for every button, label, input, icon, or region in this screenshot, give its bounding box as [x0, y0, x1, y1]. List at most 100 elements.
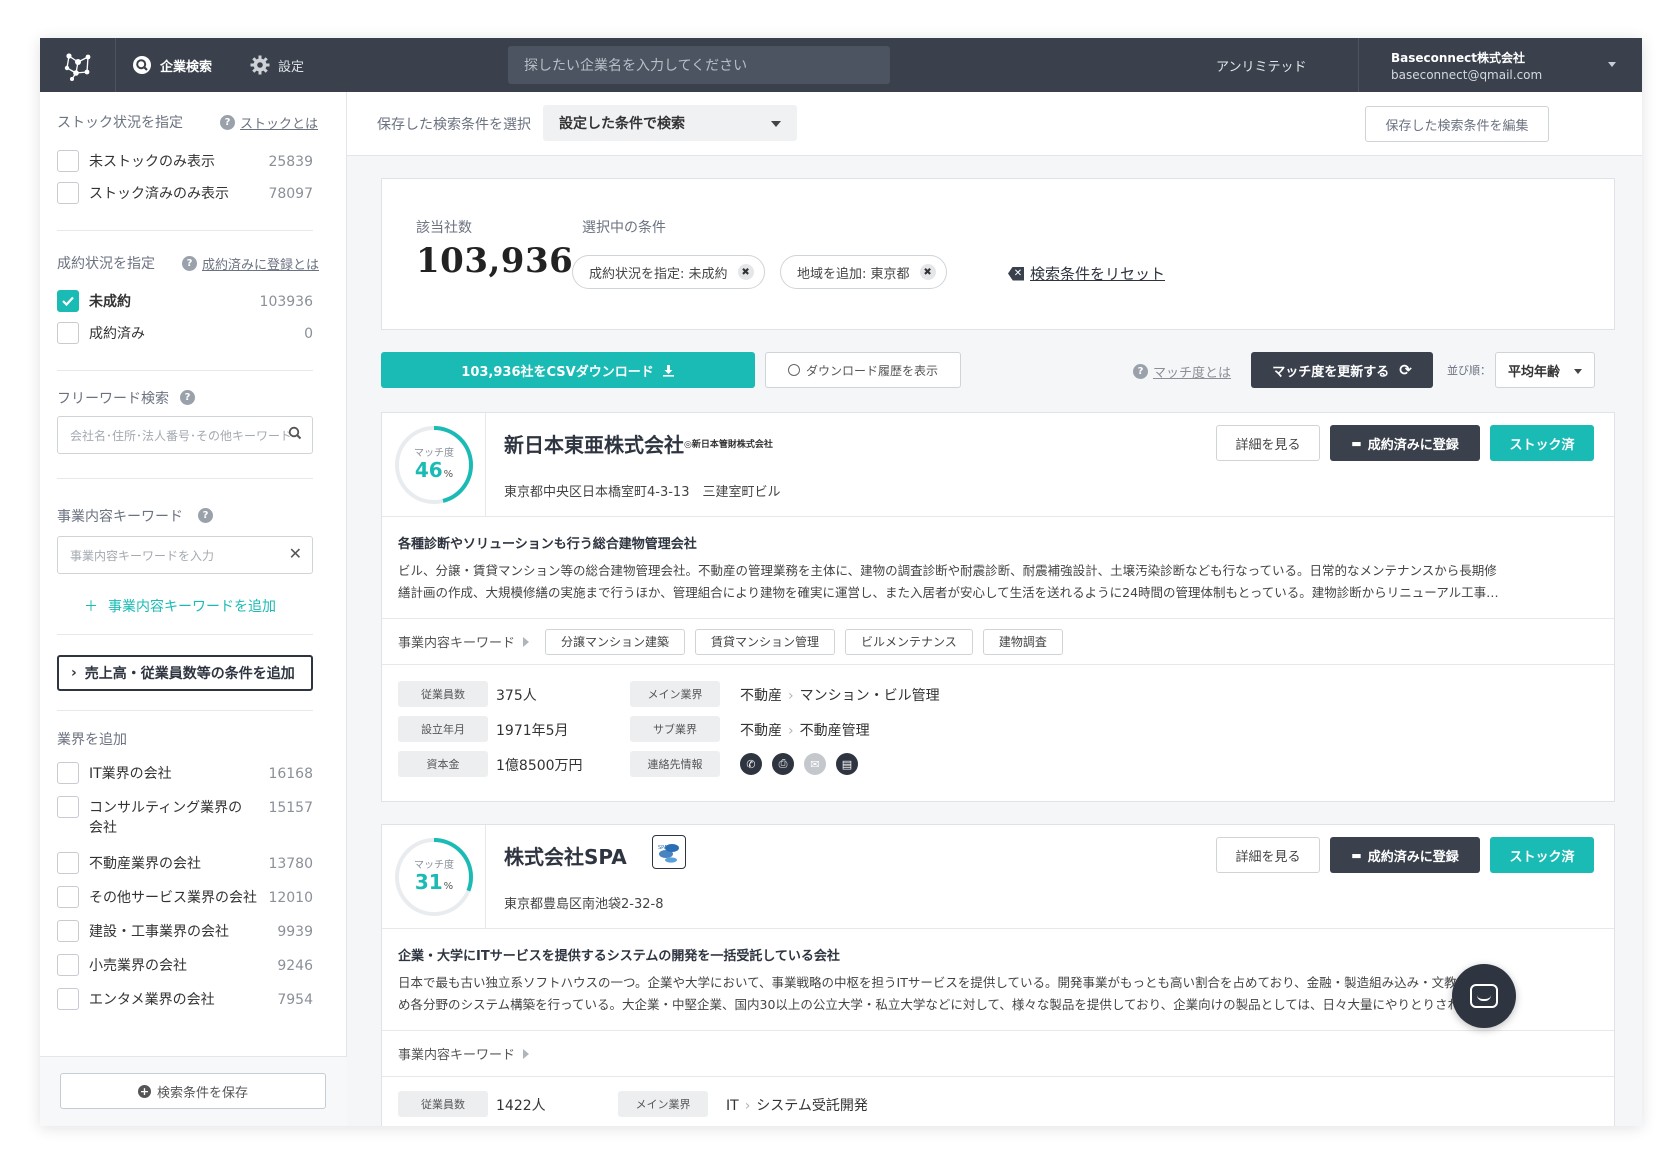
industry-option[interactable]: 小売業界の会社 9246	[57, 954, 313, 976]
company-card-header: マッチ度 31% 株式会社SPA SPA 東京都豊島区南池袋2-32-8 詳細を…	[382, 825, 1614, 929]
sort-select[interactable]: 平均年齢	[1495, 352, 1595, 388]
company-name[interactable]: 株式会社SPA	[504, 841, 627, 870]
handshake-icon: ▬	[1351, 436, 1362, 450]
industry-option[interactable]: IT業界の会社 16168	[57, 762, 313, 784]
checkbox[interactable]	[57, 762, 79, 784]
question-icon: ?	[182, 256, 197, 271]
view-details-button[interactable]: 詳細を見る	[1216, 837, 1320, 873]
industry-option[interactable]: 不動産業界の会社 13780	[57, 852, 313, 874]
industry-category: 不動産	[740, 723, 782, 739]
add-business-keyword-link[interactable]: ＋ 事業内容キーワードを追加	[84, 596, 276, 616]
option-label: 小売業界の会社	[89, 958, 187, 974]
view-details-button[interactable]: 詳細を見る	[1216, 425, 1320, 461]
industry-heading: 業界を追加	[57, 732, 127, 748]
keyword-tag[interactable]: 賃貸マンション管理	[695, 628, 836, 655]
keyword-tag[interactable]: 建物調査	[982, 628, 1063, 655]
download-history-label: ダウンロード履歴を表示	[805, 363, 938, 378]
contract-option-uncontracted[interactable]: 未成約 103936	[57, 290, 313, 312]
checkbox[interactable]	[57, 886, 79, 908]
account-menu[interactable]: Baseconnect株式会社 baseconnect@qmail.com	[1358, 38, 1642, 92]
form-icon[interactable]: ▤	[836, 753, 858, 775]
contract-option-contracted[interactable]: 成約済み 0	[57, 322, 313, 344]
remove-icon[interactable]: ✖	[919, 264, 936, 280]
industry-subcategory: 不動産管理	[799, 723, 870, 739]
results-toolbar: 103,936社をCSVダウンロード ダウンロード履歴を表示 ? マッチ度とは …	[381, 352, 1615, 390]
stock-option-stocked[interactable]: ストック済みのみ表示 78097	[57, 182, 313, 204]
freeword-search-input[interactable]: 会社名･住所･法人番号･その他キーワード	[57, 416, 313, 454]
update-match-button[interactable]: マッチ度を更新する ⟳	[1251, 352, 1433, 388]
business-keyword-input[interactable]: 事業内容キーワードを入力 ✕	[57, 536, 313, 574]
checkbox[interactable]	[57, 796, 79, 818]
founded-value: 1971年5月	[496, 723, 569, 739]
chevron-down-icon	[1608, 62, 1616, 67]
saved-conditions-select[interactable]: 設定した条件で検索	[543, 105, 797, 141]
checkbox[interactable]	[57, 954, 79, 976]
chevron-right-icon: ›	[71, 665, 77, 681]
company-name[interactable]: 新日本東亜株式会社	[504, 429, 684, 458]
phone-icon[interactable]: ✆	[740, 753, 762, 775]
stock-option-unstocked[interactable]: 未ストックのみ表示 25839	[57, 150, 313, 172]
mail-icon[interactable]: ✉	[804, 753, 826, 775]
industry-option[interactable]: その他サービス業界の会社 12010	[57, 886, 313, 908]
register-contract-label: 成約済みに登録	[1367, 849, 1459, 865]
nav-company-search[interactable]: 企業検索	[132, 38, 212, 92]
condition-chip[interactable]: 地域を追加: 東京都 ✖	[780, 255, 947, 289]
industry-option[interactable]: コンサルティング業界の会社 15157	[57, 796, 313, 838]
result-count-value: 103,936	[416, 241, 574, 281]
save-search-button[interactable]: + 検索条件を保存	[60, 1073, 326, 1109]
industry-option[interactable]: 建設・工事業界の会社 9939	[57, 920, 313, 942]
stock-help-link[interactable]: ? ストックとは	[220, 113, 318, 132]
main-industry-value: 不動産 › マンション・ビル管理	[740, 685, 940, 705]
condition-chip-label: 地域を追加: 東京都	[797, 266, 910, 282]
stocked-button[interactable]: ストック済	[1490, 425, 1594, 461]
plus-icon: ＋	[84, 599, 98, 615]
reset-conditions-link[interactable]: ✕ 検索条件をリセット	[1008, 263, 1165, 284]
option-count: 13780	[268, 856, 313, 872]
sort-value: 平均年齢	[1508, 364, 1561, 380]
checkbox-checked[interactable]	[57, 290, 79, 312]
fax-icon[interactable]: ⎙	[772, 753, 794, 775]
selected-conditions-label: 選択中の条件	[582, 220, 666, 236]
company-search-input[interactable]: 探したい企業名を入力してください	[508, 46, 890, 84]
option-count: 25839	[268, 154, 313, 170]
industry-option[interactable]: エンタメ業界の会社 7954	[57, 988, 313, 1010]
checkbox[interactable]	[57, 182, 79, 204]
app-logo[interactable]	[40, 38, 116, 92]
remove-icon[interactable]: ✖	[737, 264, 754, 280]
checkbox[interactable]	[57, 920, 79, 942]
register-contract-button[interactable]: ▬ 成約済みに登録	[1330, 837, 1480, 873]
match-value: 31%	[415, 871, 453, 898]
csv-download-button[interactable]: 103,936社をCSVダウンロード	[381, 352, 755, 388]
capital-label: 資本金	[398, 751, 488, 777]
stocked-button[interactable]: ストック済	[1490, 837, 1594, 873]
question-icon[interactable]: ?	[198, 508, 213, 523]
employees-value: 375人	[496, 688, 537, 704]
reset-conditions-label: 検索条件をリセット	[1030, 265, 1166, 283]
keyword-tag[interactable]: ビルメンテナンス	[845, 628, 973, 655]
app-window: 企業検索 設定 探したい企業名を入力してください アンリミテッド Basecon…	[40, 38, 1642, 1126]
result-count-label: 該当社数	[416, 220, 472, 236]
company-address: 東京都中央区日本橋室町4-3-13 三建室町ビル	[504, 485, 781, 500]
chat-launcher-button[interactable]	[1452, 964, 1516, 1028]
edit-saved-conditions-button[interactable]: 保存した検索条件を編集	[1365, 106, 1549, 142]
contract-help-link[interactable]: ? 成約済みに登録とは	[182, 254, 319, 273]
option-count: 103936	[259, 294, 313, 310]
clear-icon[interactable]: ✕	[289, 544, 302, 563]
checkbox[interactable]	[57, 988, 79, 1010]
match-help-link[interactable]: ? マッチ度とは	[1133, 362, 1231, 381]
percent-sign: %	[443, 469, 454, 480]
condition-chip[interactable]: 成約状況を指定: 未成約 ✖	[572, 255, 765, 289]
register-contract-button[interactable]: ▬ 成約済みに登録	[1330, 425, 1480, 461]
account-email: baseconnect@qmail.com	[1391, 67, 1543, 82]
checkbox[interactable]	[57, 322, 79, 344]
keyword-tag[interactable]: 分譲マンション建築	[545, 628, 686, 655]
add-conditions-button[interactable]: › 売上高・従業員数等の条件を追加	[57, 655, 313, 691]
checkbox[interactable]	[57, 150, 79, 172]
download-history-button[interactable]: ダウンロード履歴を表示	[765, 352, 961, 388]
nav-settings[interactable]: 設定	[250, 38, 304, 92]
main-industry-value: IT › システム受託開発	[726, 1095, 868, 1115]
question-icon: ?	[220, 115, 235, 130]
checkbox[interactable]	[57, 852, 79, 874]
question-icon[interactable]: ?	[180, 390, 195, 405]
download-icon	[662, 364, 674, 377]
